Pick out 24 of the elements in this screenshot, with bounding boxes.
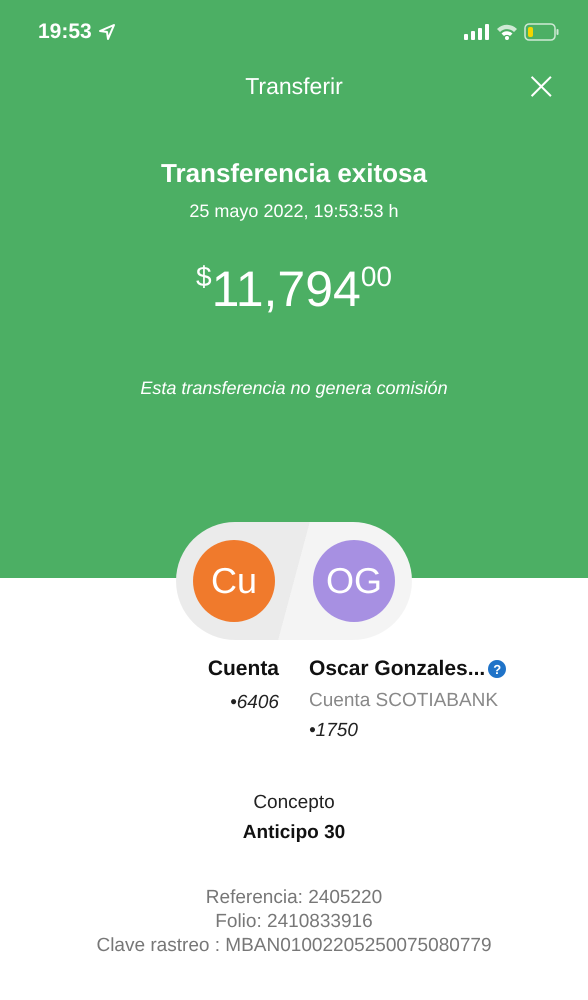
wifi-icon [496,24,518,40]
success-title: Transferencia exitosa [160,158,428,189]
transfer-amount: $^{$}$11,794$^{00}$ [195,260,393,318]
bank-name: Cuenta SCOTIABANK [309,690,498,712]
concept-label: Concepto [252,792,336,814]
location-arrow-icon [98,23,116,41]
account-name: Cuenta [208,657,279,681]
screen-title: Transferir [245,73,343,99]
status-time: 19:53 [38,20,92,44]
battery-icon [524,23,560,41]
signal-icon [464,24,490,40]
reference-line: Folio: 2410833916 [214,910,374,934]
avatar: OG [313,540,395,622]
concept-value: Anticipo 30 [242,822,346,844]
account-number: •6406 [230,692,279,714]
close-button[interactable]: × [520,66,562,106]
transfer-date: 25 mayo 2022, 19:53:53 h [188,201,400,222]
reference-line: Clave rastreo : MBAN01002205250075080779 [95,934,493,958]
avatar: Cu [193,540,275,622]
account-name: Oscar Gonzales... [309,657,486,681]
commission-note: Esta transferencia no genera comisión [139,378,449,399]
account-number: •1750 [309,720,358,742]
help-icon[interactable]: ? [488,660,506,678]
reference-line: Referencia: 2405220 [204,886,384,910]
